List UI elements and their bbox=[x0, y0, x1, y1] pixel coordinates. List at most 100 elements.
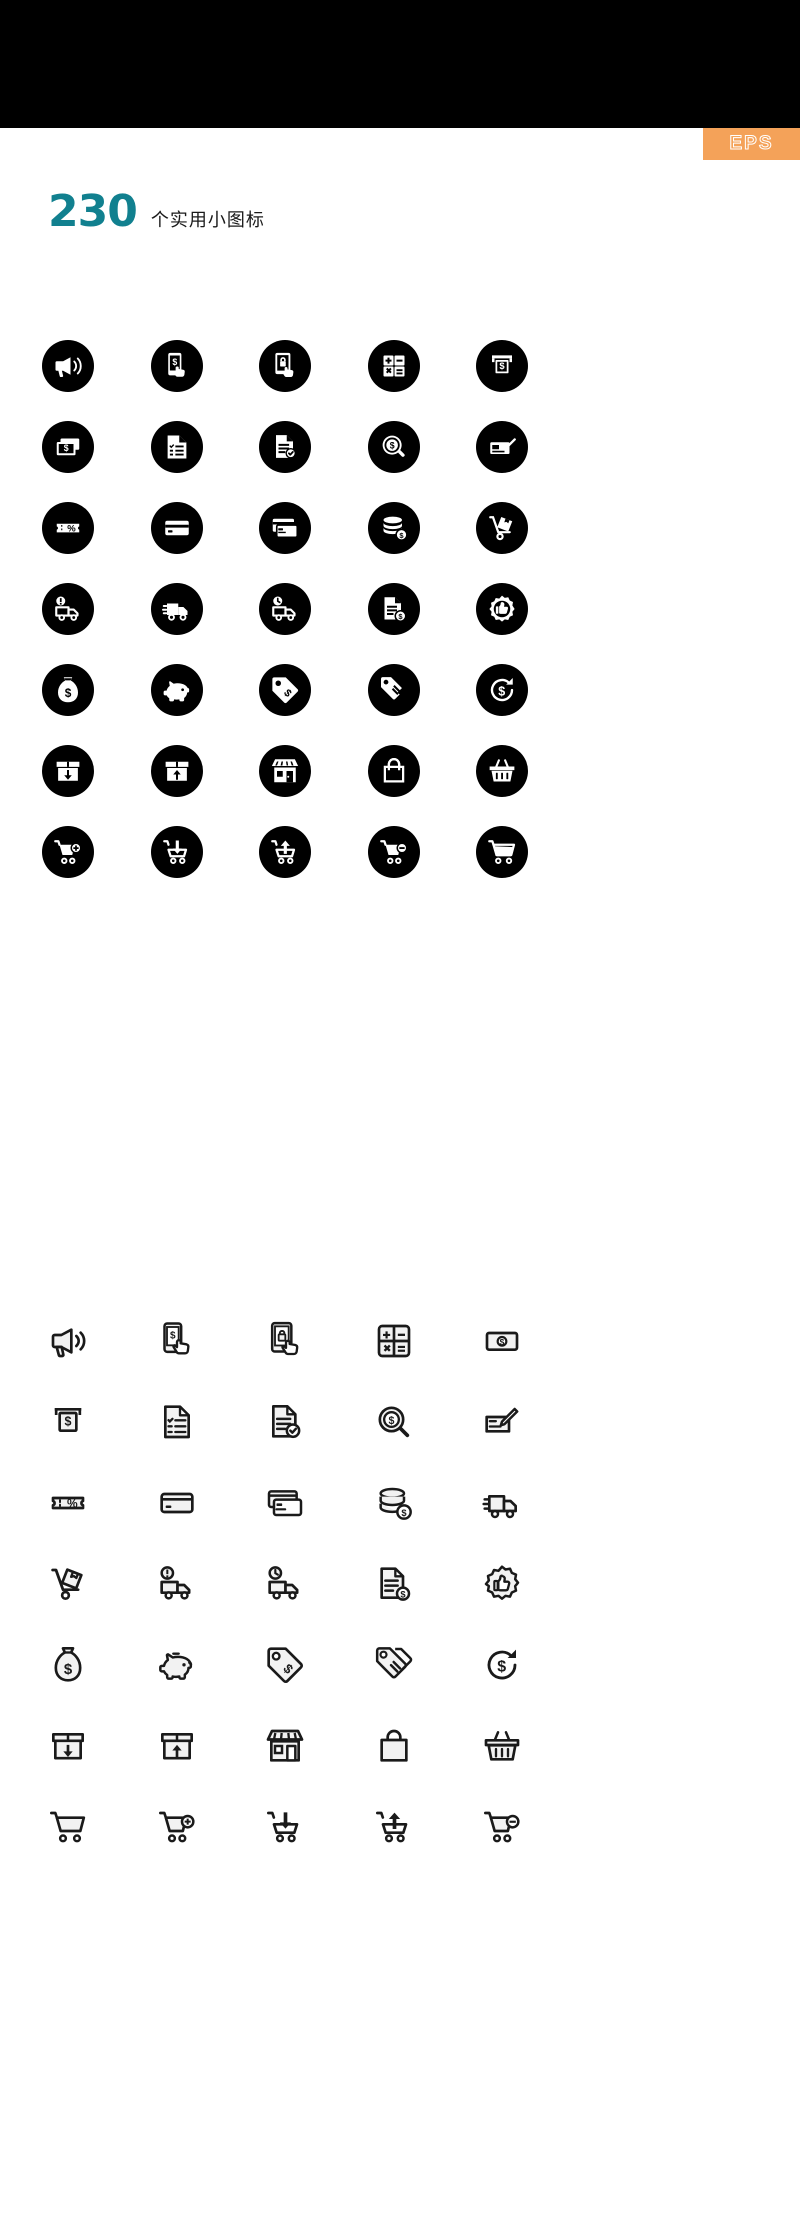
shopping-bag-icon[interactable] bbox=[370, 1722, 418, 1770]
icon-cell bbox=[14, 1786, 123, 1867]
svg-text:$: $ bbox=[172, 356, 177, 366]
svg-text:$: $ bbox=[65, 686, 72, 700]
svg-text:$: $ bbox=[388, 1415, 394, 1427]
invoice-list-icon[interactable] bbox=[153, 1398, 201, 1446]
icon-cell: % bbox=[14, 1462, 123, 1543]
price-tag-dollar-icon[interactable]: $ bbox=[261, 1641, 309, 1689]
icon-cell bbox=[231, 1300, 340, 1381]
sale-tags-icon[interactable] bbox=[370, 1641, 418, 1689]
truck-fast-icon[interactable] bbox=[478, 1479, 526, 1527]
refund-dollar-icon[interactable]: $ bbox=[476, 663, 529, 716]
credit-card-icon[interactable] bbox=[150, 501, 203, 554]
icon-cell bbox=[340, 649, 449, 730]
icon-cell: $ bbox=[14, 406, 123, 487]
sale-tags-icon[interactable] bbox=[367, 663, 420, 716]
atm-cash-withdraw-icon[interactable]: $ bbox=[476, 339, 529, 392]
icon-cell bbox=[123, 1786, 232, 1867]
svg-text:$: $ bbox=[65, 1414, 72, 1428]
icon-cell: $ bbox=[340, 568, 449, 649]
money-bag-icon[interactable]: $ bbox=[44, 1641, 92, 1689]
shopping-bag-icon[interactable] bbox=[367, 744, 420, 797]
cart-empty-icon[interactable] bbox=[476, 825, 529, 878]
money-search-icon[interactable]: $ bbox=[367, 420, 420, 473]
svg-text:$: $ bbox=[64, 443, 69, 453]
box-outbound-icon[interactable] bbox=[153, 1722, 201, 1770]
coin-stack-dollar-icon[interactable]: $ bbox=[370, 1479, 418, 1527]
mobile-payment-tap-icon[interactable]: $ bbox=[153, 1317, 201, 1365]
invoice-list-icon[interactable] bbox=[150, 420, 203, 473]
mobile-secure-payment-icon[interactable] bbox=[259, 339, 312, 392]
cheque-sign-icon[interactable] bbox=[476, 420, 529, 473]
svg-text:%: % bbox=[68, 523, 77, 534]
truck-fast-icon[interactable] bbox=[150, 582, 203, 635]
icon-cell: $ bbox=[448, 1624, 557, 1705]
document-verified-icon[interactable] bbox=[261, 1398, 309, 1446]
truck-alert-icon[interactable] bbox=[153, 1560, 201, 1608]
cart-download-icon[interactable] bbox=[261, 1803, 309, 1851]
invoice-dollar-icon[interactable]: $ bbox=[370, 1560, 418, 1608]
cart-upload-icon[interactable] bbox=[370, 1803, 418, 1851]
icon-cell bbox=[231, 487, 340, 568]
icon-cell: $ bbox=[14, 1624, 123, 1705]
discount-coupon-icon[interactable]: % bbox=[44, 1479, 92, 1527]
document-verified-icon[interactable] bbox=[259, 420, 312, 473]
coin-stack-dollar-icon[interactable]: $ bbox=[367, 501, 420, 554]
mobile-secure-payment-icon[interactable] bbox=[261, 1317, 309, 1365]
quality-badge-thumbsup-icon[interactable] bbox=[478, 1560, 526, 1608]
hand-truck-box-icon[interactable] bbox=[44, 1560, 92, 1608]
discount-coupon-icon[interactable]: % bbox=[42, 501, 95, 554]
icon-cell: $ bbox=[231, 649, 340, 730]
calculator-icon[interactable] bbox=[367, 339, 420, 392]
cart-remove-icon[interactable] bbox=[478, 1803, 526, 1851]
box-outbound-icon[interactable] bbox=[150, 744, 203, 797]
icon-cell bbox=[123, 1624, 232, 1705]
piggy-bank-icon[interactable] bbox=[150, 663, 203, 716]
cart-upload-icon[interactable] bbox=[259, 825, 312, 878]
icon-count-label: 个实用小图标 bbox=[150, 210, 265, 231]
truck-alert-icon[interactable] bbox=[42, 582, 95, 635]
cart-add-icon[interactable] bbox=[153, 1803, 201, 1851]
money-bag-icon[interactable]: $ bbox=[42, 663, 95, 716]
icon-cell: $ bbox=[123, 1300, 232, 1381]
piggy-bank-icon[interactable] bbox=[153, 1641, 201, 1689]
cheque-sign-icon[interactable] bbox=[478, 1398, 526, 1446]
money-search-icon[interactable]: $ bbox=[370, 1398, 418, 1446]
price-tag-dollar-icon[interactable]: $ bbox=[259, 663, 312, 716]
storefront-icon[interactable] bbox=[259, 744, 312, 797]
cart-remove-icon[interactable] bbox=[367, 825, 420, 878]
svg-text:$: $ bbox=[400, 1589, 406, 1599]
quality-badge-thumbsup-icon[interactable] bbox=[476, 582, 529, 635]
icon-cell: $ bbox=[231, 1624, 340, 1705]
box-inbound-icon[interactable] bbox=[42, 744, 95, 797]
mobile-payment-tap-icon[interactable]: $ bbox=[150, 339, 203, 392]
megaphone-icon[interactable] bbox=[44, 1317, 92, 1365]
storefront-icon[interactable] bbox=[261, 1722, 309, 1770]
atm-cash-withdraw-icon[interactable]: $ bbox=[44, 1398, 92, 1446]
shopping-basket-icon[interactable] bbox=[478, 1722, 526, 1770]
cart-empty-icon[interactable] bbox=[44, 1803, 92, 1851]
icon-cell bbox=[340, 811, 449, 892]
multiple-cards-icon[interactable] bbox=[259, 501, 312, 554]
banknotes-icon[interactable]: $ bbox=[42, 420, 95, 473]
cart-download-icon[interactable] bbox=[150, 825, 203, 878]
cart-add-icon[interactable] bbox=[42, 825, 95, 878]
hand-truck-box-icon[interactable] bbox=[476, 501, 529, 554]
banknote-dollar-icon[interactable]: $ bbox=[478, 1317, 526, 1365]
svg-text:$: $ bbox=[401, 1507, 407, 1517]
credit-card-icon[interactable] bbox=[153, 1479, 201, 1527]
page-title: 230 个实用小图标 bbox=[48, 190, 265, 234]
icon-cell bbox=[14, 730, 123, 811]
icon-cell: $ bbox=[448, 325, 557, 406]
box-inbound-icon[interactable] bbox=[44, 1722, 92, 1770]
icon-cell bbox=[448, 568, 557, 649]
truck-time-icon[interactable] bbox=[261, 1560, 309, 1608]
refund-dollar-icon[interactable]: $ bbox=[478, 1641, 526, 1689]
multiple-cards-icon[interactable] bbox=[261, 1479, 309, 1527]
svg-text:$: $ bbox=[64, 1661, 73, 1678]
shopping-basket-icon[interactable] bbox=[476, 744, 529, 797]
invoice-dollar-icon[interactable]: $ bbox=[367, 582, 420, 635]
truck-time-icon[interactable] bbox=[259, 582, 312, 635]
icon-cell: $ bbox=[340, 487, 449, 568]
calculator-icon[interactable] bbox=[370, 1317, 418, 1365]
megaphone-icon[interactable] bbox=[42, 339, 95, 392]
